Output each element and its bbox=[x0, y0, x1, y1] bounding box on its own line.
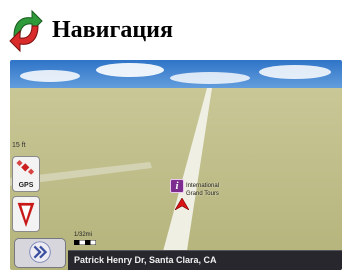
double-chevron-right-icon bbox=[29, 241, 51, 263]
gps-button[interactable]: GPS bbox=[12, 156, 40, 192]
street-name: Patrick Henry Dr, Santa Clara, CA bbox=[74, 255, 217, 265]
speed-readout: 15 ft bbox=[12, 142, 26, 149]
scale-label: 1/32mi bbox=[74, 232, 93, 238]
poi-label: International Grand Tours bbox=[186, 182, 219, 198]
compass-button[interactable]: N bbox=[12, 196, 40, 232]
navigation-logo-icon bbox=[9, 9, 43, 53]
gps-label: GPS bbox=[18, 182, 34, 189]
street-name-bar: Patrick Henry Dr, Santa Clara, CA bbox=[68, 250, 342, 270]
current-position-arrow-icon bbox=[175, 198, 189, 210]
compass-north-label: N bbox=[25, 199, 30, 205]
satellite-icon bbox=[16, 159, 35, 175]
poi-label-line1: International bbox=[186, 183, 220, 189]
scale-bar bbox=[74, 240, 96, 245]
expand-button[interactable] bbox=[14, 238, 66, 268]
map-view[interactable]: 15 ft GPS N i International Grand Tours … bbox=[10, 60, 342, 270]
app-header: Навигация bbox=[0, 0, 352, 58]
poi-label-line2: Grand Tours bbox=[186, 191, 219, 197]
page-title: Навигация bbox=[52, 17, 173, 43]
poi-marker[interactable]: i bbox=[170, 179, 184, 193]
